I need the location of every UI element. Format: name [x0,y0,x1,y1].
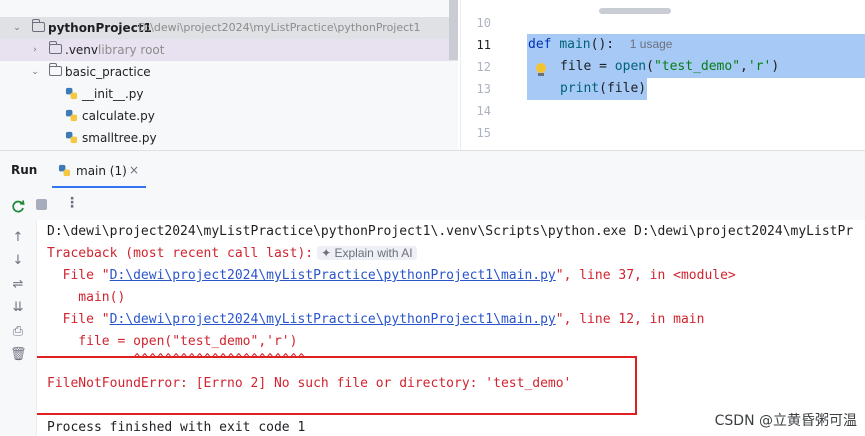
project-tree-panel: ⌄ pythonProject1 D:\dewi\project2024\myL… [0,0,458,150]
console-line: File "D:\dewi\project2024\myListPractice… [47,312,705,327]
more-options-icon[interactable]: ⋮ [65,195,79,211]
console-sidebar: ↑ ↓ ⇌ ⇊ ⎙ 🗑 [0,220,37,436]
error-highlight-box [37,356,637,415]
folder-icon [49,41,62,54]
folder-icon [32,19,45,32]
python-file-icon [65,131,78,144]
function-name: main [559,37,591,52]
soft-wrap-icon[interactable]: ⇌ [10,277,26,293]
tab-label: main (1) [76,164,127,178]
tree-item-label: .venv [65,43,99,57]
code-text: ( [646,59,654,74]
scroll-to-end-icon[interactable]: ⇊ [10,300,26,316]
process-finished-line: Process finished with exit code 1 [47,420,306,435]
arrow-up-icon[interactable]: ↑ [10,230,26,246]
tree-item-init[interactable]: __init__.py [0,83,458,105]
python-file-icon [58,164,71,177]
python-file-icon [65,87,78,100]
python-file-icon [65,109,78,122]
string-literal: "test_demo" [653,59,741,74]
code-line-13: print(file) [560,81,646,96]
usage-hint[interactable]: 1 usage [630,37,673,51]
tab-main-1[interactable]: main (1) × [52,155,146,188]
tree-item-label: basic_practice [65,65,151,79]
tree-item-label: smalltree.py [82,131,157,145]
tree-item-label: calculate.py [82,109,155,123]
tree-item-label: __init__.py [82,87,144,101]
run-toolwindow-header: Run main (1) × [0,150,865,191]
editor-scrollbar[interactable] [599,8,671,14]
console-text: ", line 37, in <module> [555,268,736,283]
console-text: File " [47,312,110,327]
line-number: 15 [476,126,491,140]
code-line-11: def main(): 1 usage [528,37,672,52]
console-line: main() [47,290,126,305]
tree-item-calculate[interactable]: calculate.py [0,105,458,127]
tree-root-path: D:\dewi\project2024\myListPractice\pytho… [138,21,421,34]
line-number: 11 [476,38,491,52]
tree-item-basic-practice[interactable]: ⌄ basic_practice [0,61,458,83]
console-output[interactable]: D:\dewi\project2024\myListPractice\pytho… [37,220,865,436]
print-icon[interactable]: ⎙ [10,324,26,340]
keyword: def [528,37,552,52]
code-text: (): [590,37,615,52]
line-number: 14 [476,104,491,118]
tree-scrollbar[interactable] [449,0,458,60]
console-text: File " [47,268,110,283]
console-text: ", line 12, in main [555,312,705,327]
tree-item-venv[interactable]: › .venv library root [0,39,458,61]
line-number: 13 [476,82,491,96]
arrow-down-icon[interactable]: ↓ [10,253,26,269]
file-link[interactable]: D:\dewi\project2024\myListPractice\pytho… [110,268,556,283]
lightbulb-icon[interactable] [536,63,546,76]
trash-icon[interactable]: 🗑 [10,347,27,363]
chevron-right-icon[interactable]: › [30,39,40,61]
line-number: 12 [476,60,491,74]
tree-root-name: pythonProject1 [48,21,152,35]
tree-item-smalltree[interactable]: smalltree.py [0,127,458,149]
explain-with-ai-button[interactable]: ✦ Explain with AI [317,246,417,260]
stop-icon[interactable] [36,199,47,210]
chevron-down-icon[interactable]: ⌄ [12,17,22,39]
function-name: open [614,59,647,74]
run-toolbar: ⋮ [0,190,865,221]
code-editor[interactable]: 10 11 12 13 14 15 def main(): 1 usage fi… [460,0,865,150]
chevron-down-icon[interactable]: ⌄ [30,61,40,83]
function-name: print [560,81,600,96]
console-line: file = open("test_demo",'r') [47,334,298,349]
rerun-icon[interactable] [10,198,26,214]
tree-item-root[interactable]: ⌄ pythonProject1 D:\dewi\project2024\myL… [0,17,458,39]
string-literal: 'r' [747,59,772,74]
tree-item-note: library root [98,43,165,57]
editor-gutter: 10 11 12 13 14 15 [461,0,523,150]
code-text: , [740,59,748,74]
traceback-header: Traceback (most recent call last): [47,246,314,261]
console-line: D:\dewi\project2024\myListPractice\pytho… [47,224,854,239]
console-line: File "D:\dewi\project2024\myListPractice… [47,268,736,283]
code-text: file = [560,59,615,74]
code-text: (file) [599,81,647,96]
folder-icon [49,63,62,76]
watermark: CSDN @立黄昏粥可温 [714,413,857,429]
line-number: 10 [476,16,491,30]
run-title: Run [11,163,38,177]
explain-ai-label: Explain with AI [334,246,413,260]
code-line-12: file = open("test_demo",'r') [560,59,779,74]
code-text: ) [771,59,780,74]
file-link[interactable]: D:\dewi\project2024\myListPractice\pytho… [110,312,556,327]
close-icon[interactable]: × [129,163,139,177]
console-line: Traceback (most recent call last): ✦ Expl… [47,246,417,261]
